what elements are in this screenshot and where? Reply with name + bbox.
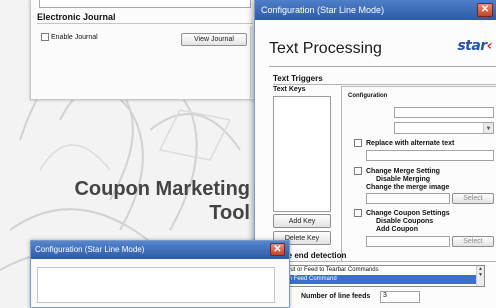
secondary-window-field[interactable] [37, 267, 275, 303]
coupon-select-button[interactable]: Select [452, 236, 494, 247]
merge-select-button[interactable]: Select [452, 193, 494, 204]
heading-divider [269, 66, 496, 67]
replace-label: Replace with alternate text [366, 140, 455, 147]
coupon-option[interactable]: Change Coupon Settings [354, 209, 450, 218]
page-end-option-cut[interactable]: Cut or Feed to Tearbar Commands [276, 266, 484, 275]
config-window-secondary: Configuration (Star Line Mode) ✕ [30, 240, 290, 308]
journal-window: Electronic Journal Enable Journal View J… [30, 0, 258, 100]
configuration-group: Configuration ▼ Replace with alternate t… [341, 86, 496, 262]
text-triggers-divider [273, 84, 496, 85]
page-end-option-form-feed[interactable]: Form Feed Command [276, 275, 484, 284]
text-keys-list[interactable] [273, 96, 331, 212]
journal-top-field[interactable] [39, 0, 251, 8]
merge-label: Change Merge Setting [366, 168, 440, 175]
line-feeds-label: Number of line feeds [301, 293, 371, 300]
secondary-window-close-icon[interactable]: ✕ [270, 243, 285, 256]
coupon-label: Change Coupon Settings [366, 210, 450, 217]
disable-merging-label[interactable]: Disable Merging [376, 176, 430, 183]
configuration-text-input[interactable] [394, 107, 494, 118]
page-title: Text Processing [269, 40, 382, 57]
main-window-title: Configuration (Star Line Mode) [261, 5, 385, 15]
view-journal-button[interactable]: View Journal [181, 33, 247, 46]
page-end-options-list[interactable]: Cut or Feed to Tearbar Commands Form Fee… [275, 265, 485, 287]
chevron-down-icon[interactable]: ▼ [483, 123, 493, 133]
text-keys-label: Text Keys [273, 86, 306, 93]
enable-journal-label: Enable Journal [51, 33, 98, 41]
line-feeds-input[interactable]: 3 [380, 291, 420, 303]
main-window-titlebar[interactable]: Configuration (Star Line Mode) [255, 0, 496, 20]
add-key-button[interactable]: Add Key [273, 214, 331, 228]
configuration-label: Configuration [348, 93, 388, 99]
headline-line-1: Coupon Marketing [74, 178, 250, 200]
coupon-checkbox[interactable] [354, 209, 362, 217]
change-merge-image-label[interactable]: Change the merge image [366, 184, 449, 191]
merge-image-input[interactable] [366, 193, 450, 204]
merge-checkbox[interactable] [354, 167, 362, 175]
alternate-text-input[interactable] [366, 150, 494, 161]
page-end-divider [273, 261, 496, 262]
enable-journal-checkbox[interactable] [41, 33, 49, 41]
line-feeds-value: 3 [383, 292, 387, 299]
replace-option[interactable]: Replace with alternate text [354, 139, 454, 148]
page-end-option-cut-label: Cut or Feed to Tearbar Commands [286, 267, 379, 273]
replace-checkbox[interactable] [354, 139, 362, 147]
page-end-scrollbar[interactable]: ▲ ▼ [476, 266, 484, 286]
disable-coupons-label[interactable]: Disable Coupons [376, 218, 433, 225]
secondary-window-title: Configuration (Star Line Mode) [35, 245, 145, 254]
text-triggers-title: Text Triggers [273, 74, 323, 83]
configuration-select[interactable]: ▼ [394, 122, 494, 134]
add-coupon-label[interactable]: Add Coupon [376, 226, 418, 233]
secondary-window-titlebar[interactable]: Configuration (Star Line Mode) [31, 241, 289, 259]
star-logo-text: star [457, 38, 487, 54]
enable-journal-option[interactable]: Enable Journal [41, 33, 98, 41]
star-logo: star‹ [457, 38, 492, 54]
config-window-main: Configuration (Star Line Mode) ✕ Text Pr… [254, 0, 496, 308]
headline-line-2: Tool [209, 202, 250, 224]
journal-section-title: Electronic Journal [37, 12, 253, 24]
star-logo-mark: ‹ [486, 38, 493, 54]
main-window-close-icon[interactable]: ✕ [477, 3, 493, 17]
merge-option[interactable]: Change Merge Setting [354, 167, 440, 176]
coupon-image-input[interactable] [366, 236, 450, 247]
